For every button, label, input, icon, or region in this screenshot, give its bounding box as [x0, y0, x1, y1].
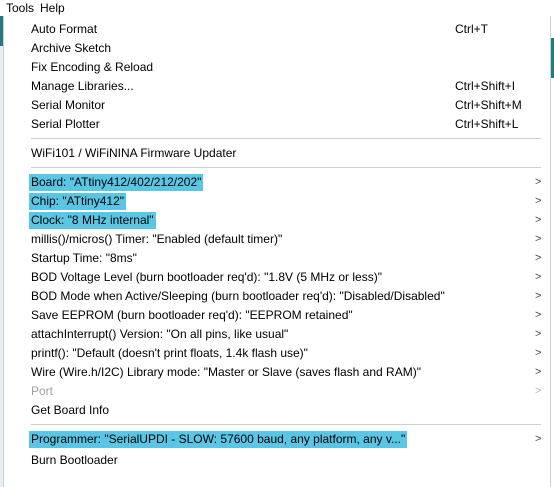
chevron-right-icon: > — [535, 271, 542, 283]
chevron-right-icon: > — [535, 233, 542, 245]
menu-item-label: Fix Encoding & Reload — [31, 60, 154, 74]
shortcut-label: Ctrl+T — [455, 22, 488, 36]
menu-item-label: Serial Monitor — [31, 98, 106, 112]
menu-item-printf[interactable]: printf(): "Default (doesn't print floats… — [4, 344, 550, 363]
menu-item-label: Wire (Wire.h/I2C) Library mode: "Master … — [31, 365, 421, 379]
menu-item-attach-interrupt[interactable]: attachInterrupt() Version: "On all pins,… — [4, 325, 550, 344]
menu-item-label: millis()/micros() Timer: "Enabled (defau… — [31, 232, 283, 246]
menu-item-bod-mode[interactable]: BOD Mode when Active/Sleeping (burn boot… — [4, 287, 550, 306]
menu-item-manage-libraries[interactable]: Manage Libraries... Ctrl+Shift+I — [4, 77, 550, 96]
menu-item-label: Get Board Info — [31, 403, 110, 417]
chevron-right-icon: > — [535, 214, 542, 226]
menu-item-label: Port — [31, 384, 54, 398]
menu-item-label: WiFi101 / WiFiNINA Firmware Updater — [31, 146, 237, 160]
menu-item-clock[interactable]: Clock: "8 MHz internal" > — [4, 211, 550, 230]
chevron-right-icon: > — [535, 309, 542, 321]
menu-item-label: Archive Sketch — [31, 41, 112, 55]
menu-item-millis-timer[interactable]: millis()/micros() Timer: "Enabled (defau… — [4, 230, 550, 249]
shortcut-label: Ctrl+Shift+M — [455, 98, 522, 112]
menu-item-wire-mode[interactable]: Wire (Wire.h/I2C) Library mode: "Master … — [4, 363, 550, 382]
menu-item-label: printf(): "Default (doesn't print floats… — [31, 346, 308, 360]
menu-item-auto-format[interactable]: Auto Format Ctrl+T — [4, 20, 550, 39]
chevron-right-icon: > — [535, 252, 542, 264]
chevron-right-icon: > — [535, 347, 542, 359]
menu-item-archive-sketch[interactable]: Archive Sketch — [4, 39, 550, 58]
menu-separator — [31, 167, 541, 168]
shortcut-label: Ctrl+Shift+I — [455, 79, 516, 93]
menu-item-bod-voltage[interactable]: BOD Voltage Level (burn bootloader req'd… — [4, 268, 550, 287]
chevron-right-icon: > — [535, 366, 542, 378]
chevron-right-icon: > — [535, 385, 542, 397]
menu-item-label: Clock: "8 MHz internal" — [29, 212, 156, 229]
menu-item-get-board-info[interactable]: Get Board Info — [4, 401, 550, 420]
menu-item-label: Serial Plotter — [31, 117, 100, 131]
menu-item-burn-bootloader[interactable]: Burn Bootloader — [4, 451, 550, 470]
menu-separator — [31, 138, 541, 139]
menu-item-label: Burn Bootloader — [31, 453, 118, 467]
menu-item-port: Port > — [4, 382, 550, 401]
menu-item-programmer[interactable]: Programmer: "SerialUPDI - SLOW: 57600 ba… — [4, 430, 550, 449]
menu-item-label: Board: "ATtiny412/402/212/202" — [29, 174, 204, 191]
menu-item-label: BOD Mode when Active/Sleeping (burn boot… — [31, 289, 445, 303]
menu-tools[interactable]: Tools — [0, 0, 37, 16]
chevron-right-icon: > — [535, 290, 542, 302]
menu-item-board[interactable]: Board: "ATtiny412/402/212/202" > — [4, 173, 550, 192]
tools-dropdown-menu: Auto Format Ctrl+T Archive Sketch Fix En… — [3, 16, 551, 487]
menu-item-startup-time[interactable]: Startup Time: "8ms" > — [4, 249, 550, 268]
menu-item-firmware-updater[interactable]: WiFi101 / WiFiNINA Firmware Updater — [4, 144, 550, 163]
menu-item-save-eeprom[interactable]: Save EEPROM (burn bootloader req'd): "EE… — [4, 306, 550, 325]
menu-item-label: Startup Time: "8ms" — [31, 251, 137, 265]
menu-bar: Tools Help — [0, 0, 554, 16]
menu-item-label: attachInterrupt() Version: "On all pins,… — [31, 327, 289, 341]
menu-help[interactable]: Help — [37, 0, 68, 16]
chevron-right-icon: > — [535, 195, 542, 207]
menu-item-label: BOD Voltage Level (burn bootloader req'd… — [31, 270, 382, 284]
chevron-right-icon: > — [535, 328, 542, 340]
menu-item-label: Manage Libraries... — [31, 79, 134, 93]
menu-item-fix-encoding-reload[interactable]: Fix Encoding & Reload — [4, 58, 550, 77]
menu-item-serial-monitor[interactable]: Serial Monitor Ctrl+Shift+M — [4, 96, 550, 115]
chevron-right-icon: > — [535, 176, 542, 188]
menu-item-label: Chip: "ATtiny412" — [29, 193, 127, 210]
chevron-right-icon: > — [535, 433, 542, 445]
menu-item-label: Auto Format — [31, 22, 98, 36]
menu-item-label: Programmer: "SerialUPDI - SLOW: 57600 ba… — [29, 431, 408, 448]
menu-separator — [31, 424, 541, 425]
menu-item-label: Save EEPROM (burn bootloader req'd): "EE… — [31, 308, 353, 322]
menu-item-chip[interactable]: Chip: "ATtiny412" > — [4, 192, 550, 211]
menu-item-serial-plotter[interactable]: Serial Plotter Ctrl+Shift+L — [4, 115, 550, 134]
shortcut-label: Ctrl+Shift+L — [455, 117, 519, 131]
